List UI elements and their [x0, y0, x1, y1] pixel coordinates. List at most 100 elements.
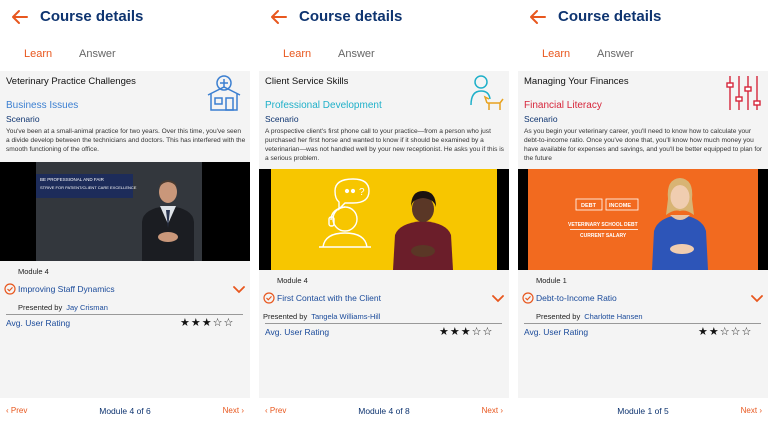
course-panel-1: Course details Learn Answer Veterinary P… — [0, 0, 250, 426]
module-counter: Module 4 of 8 — [358, 406, 410, 416]
module-counter: Module 1 of 5 — [617, 406, 669, 416]
course-description: As you begin your veterinary career, you… — [524, 128, 763, 162]
course-title: Managing Your Finances — [524, 76, 629, 87]
module-number: Module 4 — [18, 267, 49, 276]
star-empty-icon[interactable]: ☆ — [224, 317, 235, 329]
tab-bar: Learn Answer — [259, 37, 509, 71]
presenter-link[interactable]: Jay Crisman — [66, 303, 108, 312]
star-empty-icon[interactable]: ☆ — [483, 326, 494, 338]
module-title[interactable]: Debt-to-Income Ratio — [536, 293, 617, 303]
footer-nav: Module 1 of 5 Next › — [518, 398, 768, 426]
star-filled-icon[interactable]: ★ — [439, 326, 450, 338]
module-number: Module 1 — [536, 276, 567, 285]
chevron-down-icon[interactable] — [751, 295, 763, 303]
rating-label: Avg. User Rating — [524, 327, 589, 337]
page-title: Course details — [40, 8, 144, 25]
video-frame: BE PROFESSIONAL AND FAIR STRIVE FOR PATI… — [0, 162, 250, 261]
divider — [265, 323, 502, 324]
rating-label: Avg. User Rating — [6, 318, 71, 328]
presenter-link[interactable]: Charlotte Hansen — [584, 312, 642, 321]
next-button[interactable]: Next › — [223, 406, 244, 415]
chevron-down-icon[interactable] — [233, 286, 245, 294]
rating-stars: ★★★☆☆ — [180, 316, 234, 329]
tab-answer[interactable]: Answer — [79, 48, 116, 60]
star-empty-icon[interactable]: ☆ — [472, 326, 483, 338]
presented-by: Presented by Jay Crisman — [18, 303, 108, 312]
star-filled-icon[interactable]: ★ — [191, 317, 202, 329]
back-arrow-icon[interactable] — [269, 7, 289, 27]
module-counter: Module 4 of 6 — [99, 406, 151, 416]
star-filled-icon[interactable]: ★ — [698, 326, 709, 338]
star-empty-icon[interactable]: ☆ — [213, 317, 224, 329]
star-filled-icon[interactable]: ★ — [202, 317, 213, 329]
star-filled-icon[interactable]: ★ — [450, 326, 461, 338]
sliders-icon — [726, 76, 761, 110]
module-title[interactable]: Improving Staff Dynamics — [18, 284, 115, 294]
bubble-question: ? — [359, 187, 365, 198]
course-category: Professional Development — [265, 100, 382, 111]
module-title[interactable]: First Contact with the Client — [277, 293, 381, 303]
tab-learn[interactable]: Learn — [283, 48, 311, 60]
tab-answer[interactable]: Answer — [597, 48, 634, 60]
tab-learn[interactable]: Learn — [24, 48, 52, 60]
check-circle-icon — [4, 283, 16, 295]
rating-stars: ★★☆☆☆ — [698, 325, 752, 338]
video-frame: ? — [259, 169, 509, 270]
video-player[interactable]: DEBT INCOME VETERINARY SCHOOL DEBT CURRE… — [518, 169, 768, 270]
rating-label: Avg. User Rating — [265, 327, 330, 337]
star-filled-icon[interactable]: ★ — [180, 317, 191, 329]
star-empty-icon[interactable]: ☆ — [731, 326, 742, 338]
check-circle-icon — [522, 292, 534, 304]
course-title: Veterinary Practice Challenges — [6, 76, 136, 87]
presented-by-label: Presented by — [263, 312, 308, 321]
divider — [524, 323, 761, 324]
course-category: Business Issues — [6, 100, 79, 111]
scenario-label: Scenario — [6, 114, 40, 124]
video-line2: CURRENT SALARY — [580, 233, 627, 239]
clinic-building-icon — [207, 75, 241, 111]
next-label: Next — [222, 406, 240, 415]
video-banner-line1: BE PROFESSIONAL AND FAIR — [40, 177, 105, 182]
video-line1: VETERINARY SCHOOL DEBT — [568, 222, 638, 228]
scenario-label: Scenario — [265, 114, 299, 124]
course-title: Client Service Skills — [265, 76, 349, 87]
presented-by-label: Presented by — [18, 303, 63, 312]
video-player[interactable]: BE PROFESSIONAL AND FAIR STRIVE FOR PATI… — [0, 162, 250, 261]
page-title: Course details — [558, 8, 662, 25]
star-empty-icon[interactable]: ☆ — [720, 326, 731, 338]
check-circle-icon — [263, 292, 275, 304]
header: Course details — [0, 0, 250, 37]
course-panel-3: Course details Learn Answer Managing You… — [518, 0, 768, 426]
next-label: Next — [740, 406, 758, 415]
next-button[interactable]: Next › — [482, 406, 503, 415]
star-filled-icon[interactable]: ★ — [461, 326, 472, 338]
header: Course details — [259, 0, 509, 37]
debt-tag: DEBT — [581, 203, 597, 209]
back-arrow-icon[interactable] — [10, 7, 30, 27]
panel-gap — [250, 0, 259, 426]
rating-stars: ★★★☆☆ — [439, 325, 493, 338]
course-panel-2: Course details Learn Answer Client Servi… — [259, 0, 509, 426]
module-number: Module 4 — [277, 276, 308, 285]
presented-by: Presented by Tangela Williams-Hill — [263, 312, 380, 321]
tab-learn[interactable]: Learn — [542, 48, 570, 60]
chevron-down-icon[interactable] — [492, 295, 504, 303]
course-description: You've been at a small-animal practice f… — [6, 128, 246, 153]
page-title: Course details — [299, 8, 403, 25]
next-label: Next — [481, 406, 499, 415]
scenario-label: Scenario — [524, 114, 558, 124]
income-tag: INCOME — [609, 203, 631, 209]
video-player[interactable]: ? — [259, 169, 509, 270]
tab-answer[interactable]: Answer — [338, 48, 375, 60]
next-button[interactable]: Next › — [741, 406, 762, 415]
panel-gap — [509, 0, 518, 426]
presented-by-label: Presented by — [536, 312, 581, 321]
star-empty-icon[interactable]: ☆ — [742, 326, 753, 338]
course-category: Financial Literacy — [524, 100, 602, 111]
back-arrow-icon[interactable] — [528, 7, 548, 27]
person-with-dog-icon — [470, 75, 504, 110]
header: Course details — [518, 0, 768, 37]
star-filled-icon[interactable]: ★ — [709, 326, 720, 338]
presenter-link[interactable]: Tangela Williams-Hill — [311, 312, 380, 321]
course-description: A prospective client's first phone call … — [265, 128, 504, 162]
